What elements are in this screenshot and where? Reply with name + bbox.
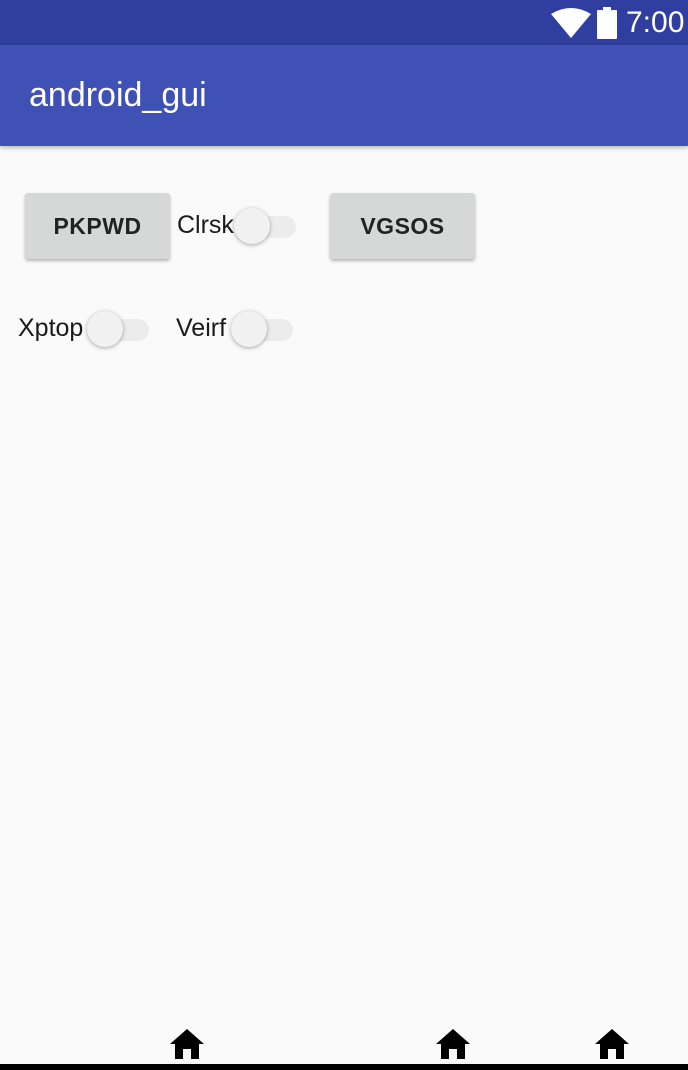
- veirf-switch-label: Veirf: [176, 314, 227, 342]
- home-icon[interactable]: [594, 1028, 630, 1060]
- clrsk-switch[interactable]: [234, 206, 296, 246]
- home-icon[interactable]: [435, 1028, 471, 1060]
- vgsos-button[interactable]: VGSOS: [330, 193, 475, 259]
- xptop-switch-thumb: [87, 311, 123, 347]
- pkpwd-button[interactable]: PKPWD: [25, 193, 170, 259]
- status-time: 7:00: [626, 6, 685, 39]
- home-icon[interactable]: [169, 1028, 205, 1060]
- screen: 7:00 android_gui PKPWD Clrsk VGSOS Xptop…: [0, 0, 688, 1070]
- wifi-icon: [551, 8, 591, 38]
- xptop-switch[interactable]: [87, 309, 149, 349]
- veirf-switch[interactable]: [231, 309, 293, 349]
- nav-bar-divider: [0, 1064, 688, 1070]
- veirf-switch-thumb: [231, 311, 267, 347]
- app-bar: android_gui: [0, 45, 688, 146]
- battery-icon: [597, 7, 617, 39]
- clrsk-switch-thumb: [234, 208, 270, 244]
- clrsk-switch-label: Clrsk: [177, 211, 234, 239]
- xptop-switch-label: Xptop: [18, 314, 84, 342]
- status-bar: 7:00: [0, 0, 688, 45]
- app-title: android_gui: [29, 76, 207, 114]
